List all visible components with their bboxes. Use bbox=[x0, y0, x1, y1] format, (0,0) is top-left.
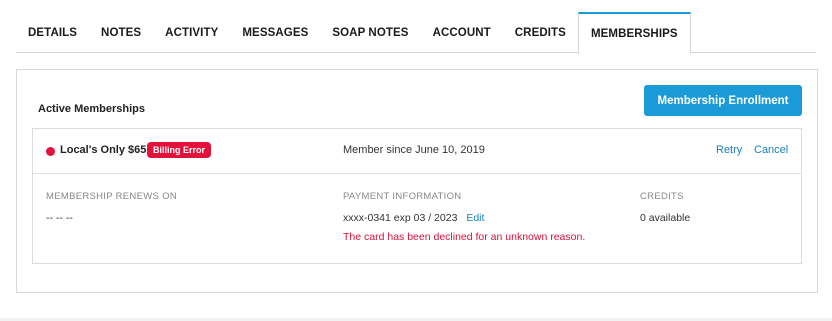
tab-notes[interactable]: NOTES bbox=[89, 12, 153, 53]
billing-error-badge: Billing Error bbox=[147, 142, 212, 158]
membership-plan-name: Local's Only $65 bbox=[60, 144, 147, 156]
status-dot-icon bbox=[46, 147, 55, 156]
tab-account[interactable]: ACCOUNT bbox=[421, 12, 503, 53]
panel-title: Active Memberships bbox=[38, 103, 145, 115]
tab-activity[interactable]: ACTIVITY bbox=[153, 12, 230, 53]
retry-link[interactable]: Retry bbox=[716, 144, 742, 156]
membership-card: Local's Only $65 Billing Error Member si… bbox=[32, 128, 802, 264]
tab-memberships[interactable]: MEMBERSHIPS bbox=[577, 12, 691, 54]
credits-label: CREDITS bbox=[640, 191, 684, 202]
tab-credits[interactable]: CREDITS bbox=[503, 12, 578, 53]
renews-value: -- -- -- bbox=[46, 212, 73, 224]
tab-details[interactable]: DETAILS bbox=[16, 12, 89, 53]
cancel-link[interactable]: Cancel bbox=[754, 144, 788, 156]
edit-payment-link[interactable]: Edit bbox=[466, 212, 484, 224]
payment-value: xxxx-0341 exp 03 / 2023 bbox=[343, 212, 458, 224]
payment-label: PAYMENT INFORMATION bbox=[343, 191, 462, 202]
memberships-panel: Active Memberships Membership Enrollment… bbox=[16, 69, 818, 293]
membership-card-header: Local's Only $65 Billing Error Member si… bbox=[33, 129, 801, 174]
tab-soap-notes[interactable]: SOAP NOTES bbox=[320, 12, 420, 53]
payment-error-message: The card has been declined for an unknow… bbox=[343, 231, 586, 243]
renews-label: MEMBERSHIP RENEWS ON bbox=[46, 191, 177, 202]
membership-enrollment-button[interactable]: Membership Enrollment bbox=[644, 85, 802, 116]
payment-info: xxxx-0341 exp 03 / 2023 Edit bbox=[343, 212, 484, 224]
credits-value: 0 available bbox=[640, 212, 691, 224]
tab-bar: DETAILS NOTES ACTIVITY MESSAGES SOAP NOT… bbox=[16, 12, 816, 54]
member-since: Member since June 10, 2019 bbox=[343, 144, 485, 156]
tab-messages[interactable]: MESSAGES bbox=[230, 12, 320, 53]
page: DETAILS NOTES ACTIVITY MESSAGES SOAP NOT… bbox=[0, 0, 832, 321]
